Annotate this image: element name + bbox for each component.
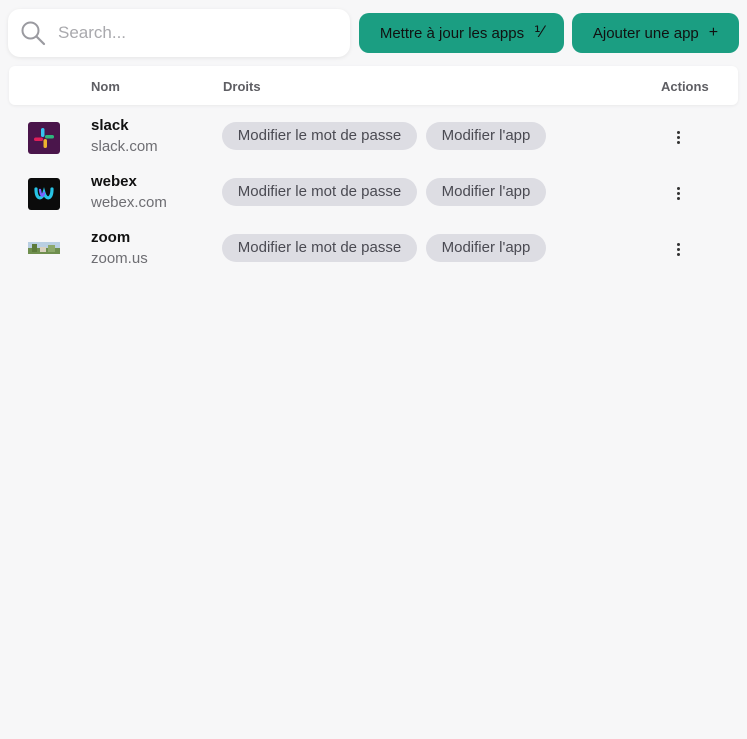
search-icon: [18, 18, 48, 48]
table-row: slack slack.com Modifier le mot de passe…: [9, 111, 738, 167]
table-header: Nom Droits Actions: [9, 66, 738, 105]
right-chip-app: Modifier l'app: [426, 178, 546, 206]
search-input[interactable]: [58, 23, 328, 43]
table-row: webex webex.com Modifier le mot de passe…: [9, 167, 738, 223]
app-name: slack: [91, 117, 129, 134]
app-domain: zoom.us: [91, 250, 148, 267]
plus-icon: +: [708, 24, 719, 41]
update-apps-button[interactable]: Mettre à jour les apps ⅟: [359, 13, 564, 53]
app-name: zoom: [91, 229, 131, 246]
search-box[interactable]: [8, 9, 350, 57]
right-chip-app: Modifier l'app: [426, 234, 546, 262]
app-domain: slack.com: [91, 138, 158, 155]
update-apps-label: Mettre à jour les apps: [379, 24, 525, 42]
right-chip-password: Modifier le mot de passe: [222, 122, 417, 150]
add-app-label: Ajouter une app: [592, 24, 699, 42]
right-chip-app: Modifier l'app: [426, 122, 546, 150]
more-actions-icon[interactable]: [669, 126, 687, 148]
column-header-actions: Actions: [661, 79, 709, 94]
more-actions-icon[interactable]: [669, 182, 687, 204]
right-chip-password: Modifier le mot de passe: [222, 178, 417, 206]
more-actions-icon[interactable]: [669, 238, 687, 260]
column-header-rights: Droits: [223, 79, 261, 94]
column-header-name: Nom: [91, 79, 120, 94]
webex-logo-icon: [28, 178, 60, 210]
table-row: zoom zoom.us Modifier le mot de passe Mo…: [9, 223, 738, 279]
app-name: webex: [91, 173, 137, 190]
right-chip-password: Modifier le mot de passe: [222, 234, 417, 262]
add-app-button[interactable]: Ajouter une app +: [572, 13, 739, 53]
zoom-logo-icon: [28, 234, 60, 266]
percent-icon: ⅟: [534, 24, 544, 41]
slack-logo-icon: [28, 122, 60, 154]
app-domain: webex.com: [91, 194, 167, 211]
